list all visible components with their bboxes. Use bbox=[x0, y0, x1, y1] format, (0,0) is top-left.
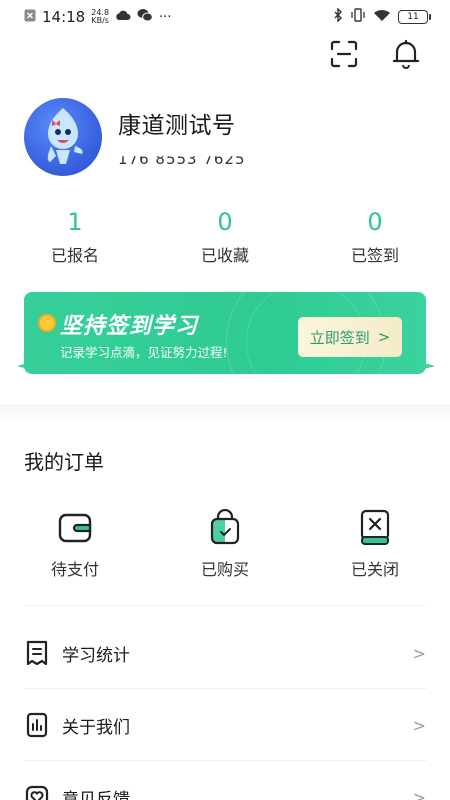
profile-header[interactable]: 康道测试号 176 8553 7625 bbox=[24, 98, 246, 176]
chevron-right-icon: > bbox=[412, 715, 426, 735]
profile-text: 康道测试号 176 8553 7625 bbox=[118, 106, 246, 168]
order-closed[interactable]: 已关闭 bbox=[300, 508, 450, 580]
cloud-icon bbox=[115, 9, 131, 25]
menu-label: 意见反馈 bbox=[62, 789, 130, 800]
notification-close-icon bbox=[24, 9, 36, 26]
network-speed-unit: KB/s bbox=[91, 16, 109, 25]
stat-label: 已签到 bbox=[350, 246, 399, 265]
chevron-right-icon: > bbox=[412, 787, 426, 800]
stat-registered[interactable]: 1 已报名 bbox=[0, 208, 150, 266]
bluetooth-icon bbox=[333, 7, 343, 26]
menu-item-study-stats[interactable]: 学习统计 > bbox=[24, 617, 426, 689]
menu-label: 关于我们 bbox=[62, 717, 130, 738]
wifi-icon bbox=[373, 8, 391, 26]
menu-item-about-us[interactable]: 关于我们 > bbox=[24, 689, 426, 761]
status-bar-left: 14:18 24.8 KB/s ··· bbox=[24, 8, 171, 26]
banner-card: 坚持签到学习 记录学习点滴，见证努力过程! 立即签到 > bbox=[24, 292, 426, 374]
orders-row: 待支付 已购买 已关闭 bbox=[0, 508, 450, 580]
order-purchased[interactable]: 已购买 bbox=[150, 508, 300, 580]
vibrate-icon bbox=[350, 8, 366, 26]
stat-label: 已收藏 bbox=[200, 246, 249, 265]
status-bar-right: 11 bbox=[333, 7, 431, 26]
clock: 14:18 bbox=[42, 8, 86, 26]
banner-title: 坚持签到学习 bbox=[60, 314, 199, 339]
wallet-icon bbox=[55, 508, 95, 548]
checkin-button-label: 立即签到 bbox=[309, 328, 370, 347]
mascot-avatar-icon bbox=[47, 108, 83, 164]
stat-label: 已报名 bbox=[50, 246, 99, 265]
order-pending-payment[interactable]: 待支付 bbox=[0, 508, 150, 580]
heart-icon bbox=[24, 784, 50, 800]
order-label: 待支付 bbox=[50, 560, 99, 579]
stat-signed-in[interactable]: 0 已签到 bbox=[300, 208, 450, 266]
order-label: 已购买 bbox=[200, 560, 249, 579]
coin-icon bbox=[38, 314, 56, 332]
chevron-right-icon: > bbox=[412, 643, 426, 663]
phone-number: 176 8553 7625 bbox=[118, 150, 246, 168]
menu-item-feedback[interactable]: 意见反馈 > bbox=[24, 761, 426, 800]
menu-label: 学习统计 bbox=[62, 645, 130, 666]
chart-doc-icon bbox=[24, 712, 50, 738]
more-dots: ··· bbox=[159, 9, 172, 25]
checkin-button[interactable]: 立即签到 > bbox=[298, 317, 402, 357]
stat-count: 0 bbox=[217, 208, 233, 236]
banner-subtitle: 记录学习点滴，见证努力过程! bbox=[60, 345, 228, 360]
top-actions bbox=[328, 38, 422, 70]
receipt-icon bbox=[24, 640, 50, 666]
battery-indicator: 11 bbox=[398, 10, 431, 24]
avatar[interactable] bbox=[24, 98, 102, 176]
order-label: 已关闭 bbox=[350, 560, 399, 579]
network-speed: 24.8 KB/s bbox=[91, 9, 109, 25]
bell-icon[interactable] bbox=[390, 38, 422, 70]
stat-count: 1 bbox=[67, 208, 83, 236]
scan-icon[interactable] bbox=[328, 38, 360, 70]
stats-row: 1 已报名 0 已收藏 0 已签到 bbox=[0, 208, 450, 266]
checkin-banner: 坚持签到学习 记录学习点滴，见证努力过程! 立即签到 > bbox=[18, 292, 434, 382]
section-separator bbox=[0, 404, 450, 422]
orders-title: 我的订单 bbox=[24, 450, 104, 474]
stat-count: 0 bbox=[367, 208, 383, 236]
bag-icon bbox=[205, 508, 245, 548]
divider bbox=[24, 605, 426, 606]
nickname: 康道测试号 bbox=[118, 113, 236, 139]
status-bar: 14:18 24.8 KB/s ··· 11 bbox=[0, 0, 450, 34]
wechat-icon bbox=[137, 8, 153, 26]
closed-book-icon bbox=[355, 508, 395, 548]
chevron-right-icon: > bbox=[377, 328, 391, 346]
stat-favorites[interactable]: 0 已收藏 bbox=[150, 208, 300, 266]
